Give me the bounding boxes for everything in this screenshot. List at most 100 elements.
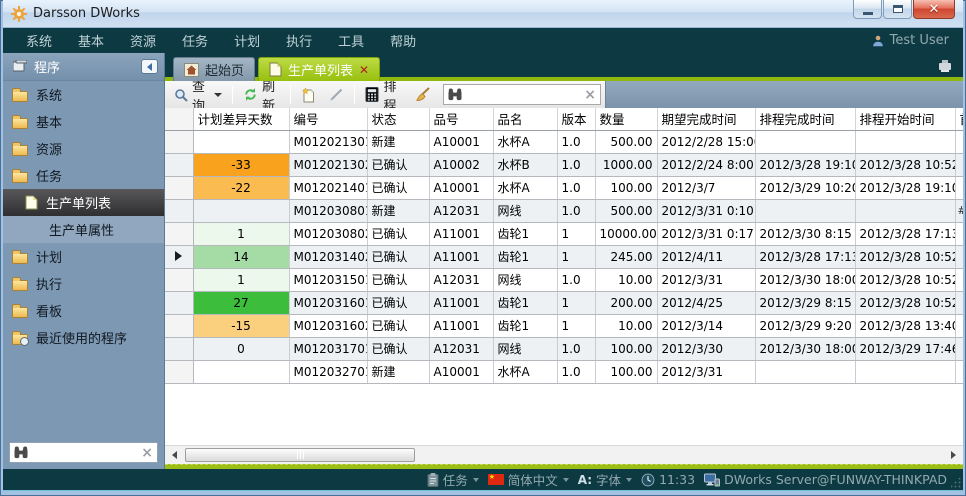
table-cell[interactable]: 2012/3/31 [657, 360, 755, 383]
table-cell[interactable]: 1.0 [557, 153, 595, 176]
table-row[interactable]: 1M012030802已确认A11001齿轮1110000.002012/3/3… [165, 222, 963, 245]
table-cell[interactable]: 0 [193, 337, 289, 360]
table-cell[interactable] [755, 360, 855, 383]
row-selector-cell[interactable] [165, 314, 193, 337]
row-selector-cell[interactable] [165, 291, 193, 314]
table-cell[interactable]: 2012/3/28 10:52 [855, 245, 955, 268]
column-header[interactable]: 计划差异天数 [193, 108, 289, 130]
table-cell[interactable]: M012030802 [289, 222, 367, 245]
table-row[interactable]: 27M012031601已确认A11001齿轮11200.002012/4/25… [165, 291, 963, 314]
clear-button[interactable] [410, 85, 436, 104]
table-cell[interactable]: 1 [557, 314, 595, 337]
table-cell[interactable]: 齿轮1 [493, 291, 557, 314]
table-cell[interactable]: 2012/3/28 19:10 [855, 176, 955, 199]
table-cell[interactable]: 2012/3/29 10:20 [755, 176, 855, 199]
table-cell[interactable]: 已确认 [367, 222, 429, 245]
window-list-icon[interactable] [937, 60, 953, 73]
table-cell[interactable]: 27 [193, 291, 289, 314]
font-menu[interactable]: A: 字体 [578, 470, 632, 489]
table-cell[interactable]: 1 [557, 222, 595, 245]
sidebar-collapse-button[interactable] [141, 59, 158, 74]
table-cell[interactable]: 2012/2/24 8:00 [657, 153, 755, 176]
table-cell[interactable]: 1.0 [557, 337, 595, 360]
table-cell[interactable]: 1.0 [557, 268, 595, 291]
table-cell[interactable]: A11001 [429, 314, 493, 337]
table-cell[interactable]: M012021302 [289, 153, 367, 176]
table-cell[interactable]: -22 [193, 176, 289, 199]
table-row[interactable]: 14M012031402已确认A11001齿轮11245.002012/4/11… [165, 245, 963, 268]
row-selector-cell[interactable] [165, 360, 193, 383]
maximize-button[interactable] [883, 0, 912, 19]
table-cell[interactable] [855, 130, 955, 153]
new-button[interactable] [296, 85, 321, 105]
table-row[interactable]: M012021301新建A10001水杯A1.0500.002012/2/28 … [165, 130, 963, 153]
table-row[interactable]: -15M012031602已确认A11001齿轮1110.002012/3/14… [165, 314, 963, 337]
table-cell[interactable]: A10001 [429, 176, 493, 199]
table-cell[interactable]: 10000.00 [595, 222, 657, 245]
table-cell[interactable]: A10001 [429, 130, 493, 153]
table-cell[interactable] [193, 360, 289, 383]
table-cell[interactable]: 2012/4/25 [657, 291, 755, 314]
row-selector-cell[interactable] [165, 153, 193, 176]
table-cell[interactable]: 2012/3/29 9:20 [755, 314, 855, 337]
table-cell[interactable]: 2012/3/30 18:00 [755, 337, 855, 360]
table-cell[interactable]: 1 [193, 222, 289, 245]
menu-item-5[interactable]: 执行 [273, 31, 325, 50]
sidebar-item[interactable]: 看板 [3, 297, 164, 324]
table-cell[interactable] [193, 130, 289, 153]
table-cell[interactable]: A12031 [429, 337, 493, 360]
table-cell[interactable]: M012031701 [289, 337, 367, 360]
table-cell[interactable]: -15 [193, 314, 289, 337]
minimize-button[interactable] [853, 0, 882, 19]
table-cell[interactable]: 1.0 [557, 360, 595, 383]
table-cell[interactable] [855, 360, 955, 383]
table-cell[interactable]: 新建 [367, 130, 429, 153]
table-cell[interactable] [755, 199, 855, 222]
table-cell[interactable]: 已确认 [367, 245, 429, 268]
column-header[interactable]: 期望完成时间 [657, 108, 755, 130]
table-cell[interactable]: 2012/3/30 [657, 337, 755, 360]
table-cell[interactable]: M012021301 [289, 130, 367, 153]
sidebar-item[interactable]: 资源 [3, 135, 164, 162]
resize-grip[interactable] [951, 478, 961, 488]
table-cell[interactable]: M012032701 [289, 360, 367, 383]
table-cell[interactable]: 1.0 [557, 176, 595, 199]
table-cell[interactable]: 2012/3/31 [657, 268, 755, 291]
sidebar-item[interactable]: 最近使用的程序 [3, 324, 164, 351]
table-cell[interactable]: A10001 [429, 360, 493, 383]
table-cell[interactable]: 水杯A [493, 176, 557, 199]
table-cell[interactable]: 2012/3/28 19:10 [755, 153, 855, 176]
scroll-left-button[interactable] [166, 447, 183, 463]
table-cell[interactable]: 已确认 [367, 337, 429, 360]
table-search-clear-icon[interactable]: × [584, 88, 596, 102]
table-cell[interactable]: 200.00 [595, 291, 657, 314]
table-cell[interactable]: 齿轮1 [493, 222, 557, 245]
sidebar-item[interactable]: 基本 [3, 108, 164, 135]
table-cell[interactable]: 2012/3/30 8:15 [755, 222, 855, 245]
menu-item-3[interactable]: 任务 [169, 31, 221, 50]
close-button[interactable]: ✕ [913, 0, 955, 19]
task-menu[interactable]: 任务 [427, 470, 479, 489]
table-cell[interactable]: 已确认 [367, 176, 429, 199]
row-selector-cell[interactable] [165, 130, 193, 153]
table-cell[interactable]: A12031 [429, 199, 493, 222]
table-cell[interactable]: 2012/3/28 10:52 [855, 153, 955, 176]
column-header[interactable]: 品名 [493, 108, 557, 130]
table-cell[interactable]: 已确认 [367, 268, 429, 291]
tab-0[interactable]: 起始页 [173, 57, 255, 81]
menu-item-6[interactable]: 工具 [325, 31, 377, 50]
table-cell[interactable]: 齿轮1 [493, 245, 557, 268]
table-cell[interactable]: 10.00 [595, 314, 657, 337]
table-cell[interactable]: 1000.00 [595, 153, 657, 176]
table-cell[interactable]: M012030801 [289, 199, 367, 222]
menu-item-4[interactable]: 计划 [221, 31, 273, 50]
table-cell[interactable]: 水杯A [493, 130, 557, 153]
horizontal-scrollbar[interactable] [165, 445, 963, 464]
table-cell[interactable]: A10002 [429, 153, 493, 176]
table-row[interactable]: M012030801新建A12031网线1.0500.002012/3/31 0… [165, 199, 963, 222]
table-cell[interactable]: 2012/3/30 18:00 [755, 268, 855, 291]
table-cell[interactable] [755, 130, 855, 153]
table-cell[interactable] [193, 199, 289, 222]
column-header[interactable]: 版本 [557, 108, 595, 130]
table-cell[interactable]: 2012/3/28 17:13 [855, 222, 955, 245]
